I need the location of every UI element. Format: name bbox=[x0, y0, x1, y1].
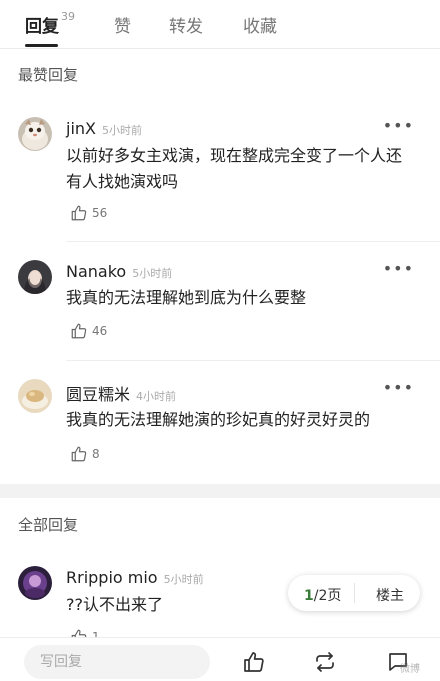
comment-author[interactable]: Rrippio mio 5小时前 bbox=[66, 568, 204, 587]
active-tab-indicator bbox=[25, 44, 58, 47]
more-options-icon[interactable]: ••• bbox=[383, 378, 414, 397]
divider bbox=[66, 241, 440, 242]
avatar[interactable] bbox=[18, 566, 52, 600]
thumbs-up-icon[interactable] bbox=[242, 650, 266, 674]
comment-time: 4小时前 bbox=[136, 390, 177, 403]
tab-reposts[interactable]: 转发 bbox=[169, 12, 203, 37]
tab-bar: 回复39 赞 转发 收藏 bbox=[0, 0, 440, 49]
divider bbox=[66, 360, 440, 361]
like-count: 56 bbox=[92, 206, 108, 220]
more-options-icon[interactable]: ••• bbox=[383, 116, 414, 135]
owner-only-button[interactable]: 楼主 bbox=[376, 585, 404, 605]
tab-reposts-label: 转发 bbox=[169, 17, 203, 37]
comment-author[interactable]: jinX 5小时前 bbox=[66, 119, 142, 138]
comment-time: 5小时前 bbox=[163, 573, 204, 586]
tab-replies[interactable]: 回复39 bbox=[25, 10, 75, 37]
all-replies-title: 全部回复 bbox=[18, 516, 79, 534]
avatar[interactable] bbox=[18, 260, 52, 294]
comment-text: 我真的无法理解她到底为什么要整 bbox=[66, 288, 307, 307]
author-name[interactable]: Nanako bbox=[66, 262, 126, 281]
watermark: 微博 bbox=[400, 664, 420, 675]
reply-box[interactable] bbox=[24, 645, 210, 679]
author-name[interactable]: 圆豆糯米 bbox=[66, 385, 130, 404]
avatar[interactable] bbox=[18, 117, 52, 151]
tab-favorites[interactable]: 收藏 bbox=[243, 12, 277, 37]
comment-item: 圆豆糯米 4小时前 ••• 我真的无法理解她演的珍妃真的好灵好灵的 8 bbox=[0, 375, 440, 475]
like-button[interactable]: 8 bbox=[70, 445, 100, 463]
section-separator bbox=[0, 484, 440, 498]
like-button[interactable]: 56 bbox=[70, 204, 107, 222]
more-options-icon[interactable]: ••• bbox=[383, 259, 414, 278]
reply-input[interactable] bbox=[38, 653, 202, 671]
avatar[interactable] bbox=[18, 379, 52, 413]
comment-text: 以前好多女主戏演，现在整成完全变了一个人还有人找她演戏吗 bbox=[66, 146, 403, 191]
comment-item: Nanako 5小时前 ••• 我真的无法理解她到底为什么要整 46 bbox=[0, 256, 440, 356]
comment-text: 我真的无法理解她演的珍妃真的好灵好灵的 bbox=[66, 410, 371, 429]
author-name[interactable]: jinX bbox=[66, 119, 96, 138]
comment-time: 5小时前 bbox=[132, 267, 173, 280]
comment-author[interactable]: Nanako 5小时前 bbox=[66, 262, 172, 281]
tab-replies-label: 回复 bbox=[25, 17, 59, 37]
repost-icon[interactable] bbox=[313, 650, 337, 674]
tab-favorites-label: 收藏 bbox=[243, 17, 277, 37]
thumbs-up-icon bbox=[71, 323, 87, 339]
page-indicator: 1/2页 楼主 bbox=[288, 575, 420, 611]
top-replies-title: 最赞回复 bbox=[18, 66, 79, 84]
comment-time: 5小时前 bbox=[102, 124, 142, 137]
total-pages: /2页 bbox=[313, 588, 342, 604]
thumbs-up-icon bbox=[71, 446, 87, 462]
tab-replies-count: 39 bbox=[61, 10, 75, 23]
tab-likes-label: 赞 bbox=[114, 17, 131, 37]
comment-author[interactable]: 圆豆糯米 4小时前 bbox=[66, 381, 176, 405]
thumbs-up-icon bbox=[71, 205, 87, 221]
like-count: 8 bbox=[92, 447, 100, 461]
tab-likes[interactable]: 赞 bbox=[114, 12, 131, 37]
pager-divider bbox=[354, 583, 355, 603]
like-count: 46 bbox=[92, 324, 108, 338]
like-button[interactable]: 46 bbox=[70, 322, 107, 340]
comment-item: jinX 5小时前 ••• 以前好多女主戏演，现在整成完全变了一个人还有人找她演戏… bbox=[0, 112, 440, 240]
current-page: 1 bbox=[304, 588, 314, 604]
bottom-action-bar bbox=[0, 637, 440, 681]
page-selector[interactable]: 1/2页 bbox=[304, 585, 341, 605]
author-name[interactable]: Rrippio mio bbox=[66, 568, 158, 587]
